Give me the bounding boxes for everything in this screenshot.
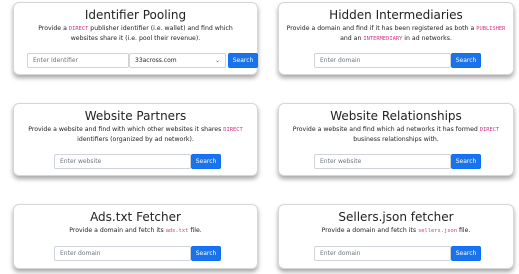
card-title: Identifier Pooling <box>84 8 187 22</box>
search-button[interactable]: Search <box>451 154 481 169</box>
search-row: Enter domain Search <box>279 246 513 261</box>
search-row: Enter website Search <box>14 154 257 169</box>
search-row: Enter website Search <box>279 154 513 169</box>
card-title: Website Relationships <box>330 109 462 123</box>
identifier-pooling-card: Identifier Pooling Provide a DIRECT publ… <box>13 2 258 75</box>
domain-input[interactable]: Enter domain <box>314 53 451 68</box>
search-button[interactable]: Search <box>451 246 481 261</box>
website-relationships-card: Website Relationships Provide a website … <box>278 103 514 176</box>
search-button[interactable]: Search <box>191 154 221 169</box>
card-description: Provide a DIRECT publisher identifier (i… <box>38 25 233 42</box>
search-button[interactable]: Search <box>228 53 258 68</box>
chevron-down-icon: ⌄ <box>214 57 220 64</box>
card-description: Provide a domain and fetch its ads.txt f… <box>69 227 202 234</box>
search-button[interactable]: Search <box>191 246 221 261</box>
card-title: Website Partners <box>84 109 187 123</box>
sellers-json-fetcher-card: Sellers.json fetcher Provide a domain an… <box>278 204 514 269</box>
website-input[interactable]: Enter website <box>314 154 451 169</box>
card-description: Provide a domain and find if it has been… <box>286 25 506 42</box>
search-row: Enter domain Search <box>279 53 513 68</box>
hidden-intermediaries-card: Hidden Intermediaries Provide a domain a… <box>278 2 514 75</box>
search-row: Enter Identifier 33across.com ⌄ Search <box>14 53 258 68</box>
card-description: Provide a website and find which ad netw… <box>292 126 500 143</box>
network-select[interactable]: 33across.com ⌄ <box>129 53 226 68</box>
search-row: Enter domain Search <box>14 246 257 261</box>
identifier-input[interactable]: Enter Identifier <box>27 53 129 68</box>
ads-txt-fetcher-card: Ads.txt Fetcher Provide a domain and fet… <box>13 204 258 269</box>
domain-input[interactable]: Enter domain <box>314 246 451 261</box>
card-description: Provide a website and find with which ot… <box>28 126 243 143</box>
card-title: Sellers.json fetcher <box>338 210 454 224</box>
website-partners-card: Website Partners Provide a website and f… <box>13 103 258 176</box>
card-description: Provide a domain and fetch its sellers.j… <box>321 227 471 234</box>
domain-input[interactable]: Enter domain <box>54 246 191 261</box>
website-input[interactable]: Enter website <box>54 154 191 169</box>
card-title: Hidden Intermediaries <box>329 8 463 22</box>
card-title: Ads.txt Fetcher <box>90 210 181 224</box>
search-button[interactable]: Search <box>451 53 481 68</box>
